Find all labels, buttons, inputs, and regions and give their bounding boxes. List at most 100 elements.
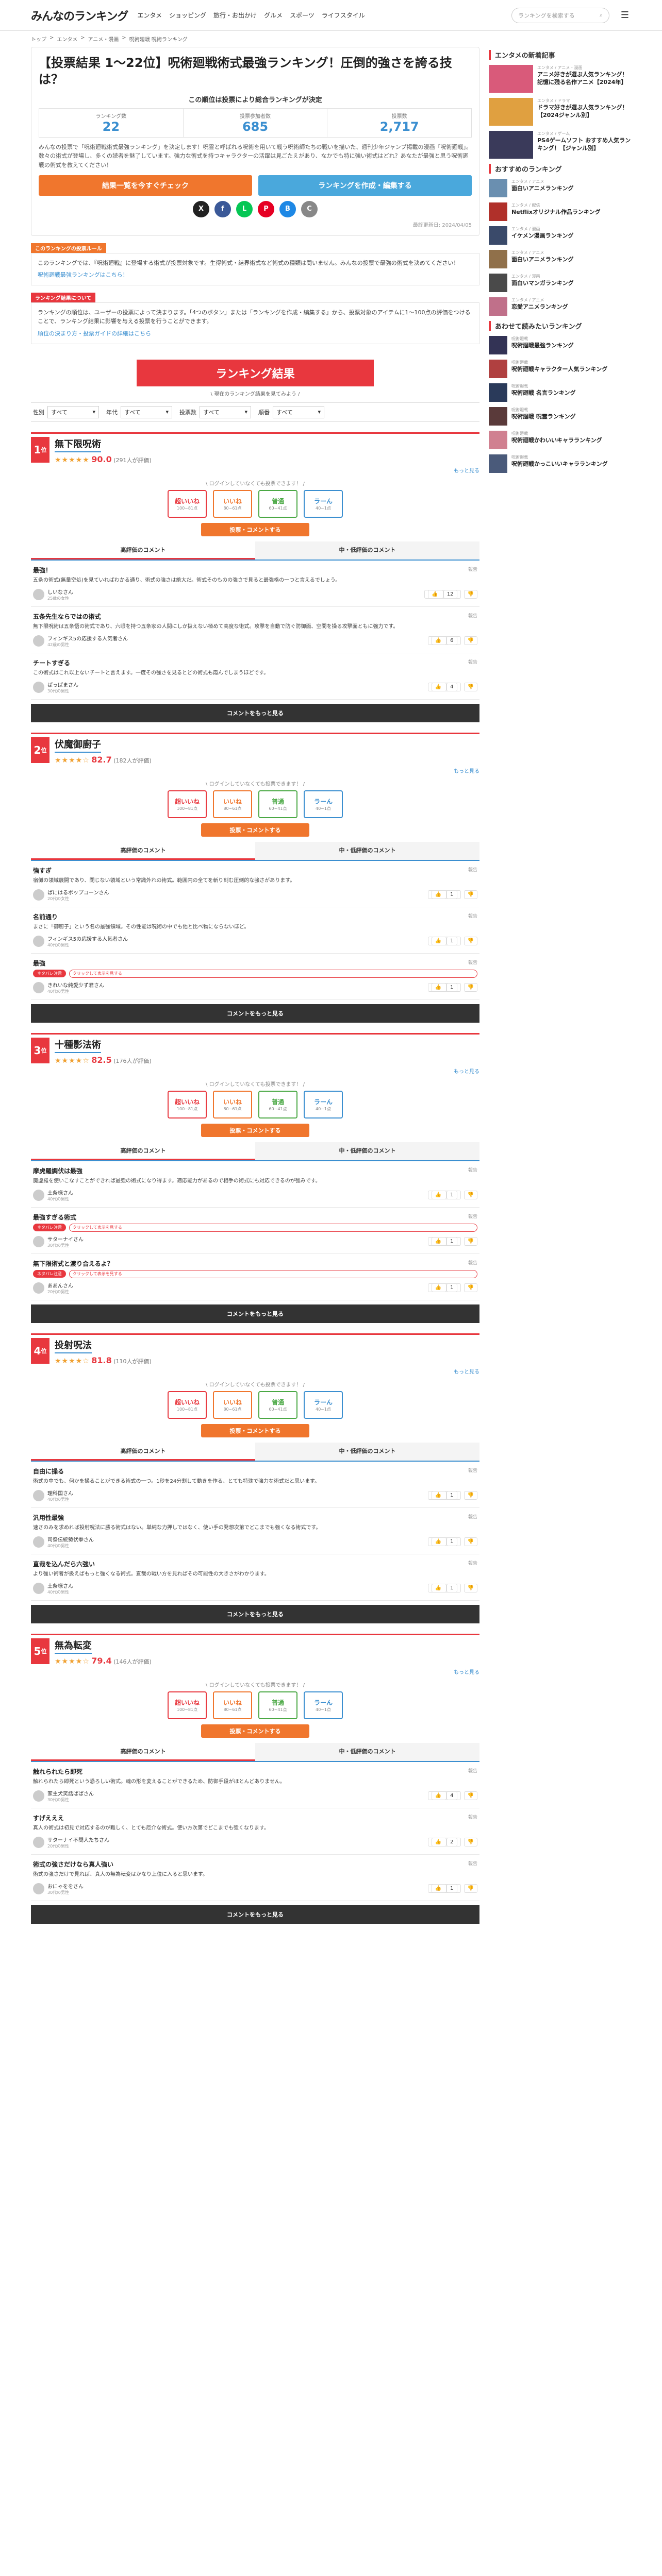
spoiler-toggle[interactable]: ネタバレ注意 クリックして表示を見する [33,969,477,978]
share-icon[interactable]: L [236,200,253,217]
thumbs-down-icon[interactable]: 👎 [464,1791,477,1801]
vote-submit-button[interactable]: 投票・コメントする [201,522,309,536]
tab-low-rating[interactable]: 中・低評価のコメント [255,1142,479,1160]
thumbs-down-icon[interactable]: 👎 [464,890,477,900]
more-comments-button[interactable]: コメントをもっと見る [31,1304,479,1323]
more-link[interactable]: もっと見る [31,1367,479,1375]
share-icon[interactable]: P [258,200,274,217]
more-comments-button[interactable]: コメントをもっと見る [31,1004,479,1023]
sidebar-article[interactable]: エンタメ / ゲーム PS4ゲームソフト おすすめ人気ランキング！【ジャンル別】 [489,131,631,159]
tab-high-rating[interactable]: 高評価のコメント [31,1742,255,1761]
comment-user[interactable]: フィンギス5の応援する人気者さん 42歳の男性 [33,634,128,648]
vote-option-button[interactable]: 超いいね 100~81点 [168,489,207,518]
item-name[interactable]: 十種影法術 [55,1038,101,1053]
vote-option-button[interactable]: いいね 80~61点 [213,489,252,518]
more-link[interactable]: もっと見る [31,466,479,474]
tab-low-rating[interactable]: 中・低評価のコメント [255,1442,479,1461]
comment-user[interactable]: サターナイさん 30代の男性 [33,1235,84,1248]
sidebar-article[interactable]: エンタメ / 漫画 面白いマンガランキング [489,274,631,292]
report-link[interactable]: 報告 [468,1767,477,1776]
comment-user[interactable]: 家主犬笑話ぱぱさん 30代の男性 [33,1789,94,1803]
search-icon[interactable]: ⌕ [600,12,603,19]
breadcrumb-item[interactable]: エンタメ [57,35,77,43]
thumbs-down-icon[interactable]: 👎 [464,1537,477,1547]
comment-user[interactable]: サターナイ不問人たちさん 20代の男性 [33,1836,109,1849]
thumbs-down-icon[interactable]: 👎 [464,636,477,646]
nav-item[interactable]: ショッピング [169,11,206,20]
breadcrumb-item[interactable]: アニメ・漫画 [88,35,119,43]
vote-option-button[interactable]: いいね 80~61点 [213,1090,252,1118]
item-name[interactable]: 無下限呪術 [55,437,101,452]
sidebar-article[interactable]: エンタメ / アニメ 恋愛アニメランキング [489,297,631,316]
comment-user[interactable]: 土条様さん 40代の男性 [33,1189,73,1202]
like-button[interactable]: 👍 12 [424,590,461,599]
like-button[interactable]: 👍 1 [427,1283,461,1293]
item-name[interactable]: 無為転変 [55,1638,92,1654]
more-link[interactable]: もっと見る [31,767,479,774]
vote-option-button[interactable]: 超いいね 100~81点 [168,1691,207,1719]
filter-select[interactable]: すべて ▾ [121,405,172,418]
sidebar-article[interactable]: エンタメ / ドラマ ドラマ好きが選ぶ人気ランキング！【2024ジャンル別】 [489,98,631,126]
vote-option-button[interactable]: ラーん 40~1点 [304,489,343,518]
sidebar-article[interactable]: 呪術廻戦 呪術廻戦 名言ランキング [489,383,631,402]
vote-submit-button[interactable]: 投票・コメントする [201,823,309,837]
like-button[interactable]: 👍 1 [427,1191,461,1200]
report-link[interactable]: 報告 [468,612,477,621]
like-button[interactable]: 👍 1 [427,937,461,946]
nav-item[interactable]: グルメ [264,11,283,20]
vote-option-button[interactable]: 普通 60~41点 [258,790,297,818]
thumbs-down-icon[interactable]: 👎 [464,983,477,992]
tab-high-rating[interactable]: 高評価のコメント [31,1442,255,1461]
like-button[interactable]: 👍 1 [427,1237,461,1246]
comment-user[interactable]: おにゃををさん 30代の男性 [33,1882,84,1895]
thumbs-down-icon[interactable]: 👎 [464,683,477,692]
search-input[interactable]: ランキングを検索する ⌕ [511,7,609,23]
site-logo[interactable]: みんなのランキング [31,7,128,24]
thumbs-down-icon[interactable]: 👎 [464,1237,477,1246]
comment-user[interactable]: 司祭伝統勢伏拳さん 40代の男性 [33,1535,94,1549]
thumbs-down-icon[interactable]: 👎 [464,590,477,599]
tab-high-rating[interactable]: 高評価のコメント [31,541,255,560]
thumbs-down-icon[interactable]: 👎 [464,1838,477,1847]
sidebar-article[interactable]: 呪術廻戦 呪術廻戦 呪霊ランキング [489,407,631,426]
vote-option-button[interactable]: ラーん 40~1点 [304,1391,343,1419]
comment-user[interactable]: きれいな純愛少ず君さん 40代の男性 [33,981,104,994]
vote-option-button[interactable]: いいね 80~61点 [213,1691,252,1719]
like-button[interactable]: 👍 1 [427,1584,461,1593]
comment-user[interactable]: ぱにはるポップコーンさん 20代の女性 [33,888,109,902]
sidebar-article[interactable]: エンタメ / 漫画 イケメン漫画ランキング [489,226,631,245]
tab-low-rating[interactable]: 中・低評価のコメント [255,841,479,860]
breadcrumb-item[interactable]: 呪術廻戦 呪術ランキング [129,35,188,43]
check-results-button[interactable]: 結果一覧を今すぐチェック [39,175,252,196]
report-link[interactable]: 報告 [468,1560,477,1568]
vote-submit-button[interactable]: 投票・コメントする [201,1123,309,1137]
create-ranking-button[interactable]: ランキングを作成・編集する [258,175,472,196]
sidebar-article[interactable]: 呪術廻戦 呪術廻戦かっこいいキャラランキング [489,454,631,473]
like-button[interactable]: 👍 4 [427,1791,461,1801]
thumbs-down-icon[interactable]: 👎 [464,1191,477,1200]
filter-select[interactable]: すべて ▾ [200,405,251,418]
like-button[interactable]: 👍 1 [427,1491,461,1500]
share-icon[interactable]: X [193,200,209,217]
spoiler-toggle[interactable]: ネタバレ注意 クリックして表示を見する [33,1269,477,1278]
comment-user[interactable]: ああんさん 20代の男性 [33,1281,73,1295]
vote-option-button[interactable]: 普通 60~41点 [258,1090,297,1118]
filter-select[interactable]: すべて ▾ [273,405,324,418]
report-link[interactable]: 報告 [468,1166,477,1175]
thumbs-down-icon[interactable]: 👎 [464,1491,477,1500]
comment-user[interactable]: フィンギス5の応援する人気者さん 40代の男性 [33,935,128,948]
report-link[interactable]: 報告 [468,658,477,667]
report-link[interactable]: 報告 [468,1814,477,1822]
like-button[interactable]: 👍 1 [427,1884,461,1893]
vote-option-button[interactable]: ラーん 40~1点 [304,1691,343,1719]
sidebar-article[interactable]: エンタメ / 配信 Netflixオリジナル作品ランキング [489,202,631,221]
comment-user[interactable]: ぱっぱまさん 30代の男性 [33,681,78,694]
sidebar-article[interactable]: 呪術廻戦 呪術廻戦最強ランキング [489,336,631,354]
tab-low-rating[interactable]: 中・低評価のコメント [255,1742,479,1761]
like-button[interactable]: 👍 1 [427,890,461,900]
more-link[interactable]: もっと見る [31,1067,479,1075]
report-link[interactable]: 報告 [468,1259,477,1268]
comment-user[interactable]: 理科国さん 40代の男性 [33,1489,73,1502]
vote-option-button[interactable]: 普通 60~41点 [258,489,297,518]
report-link[interactable]: 報告 [468,566,477,574]
